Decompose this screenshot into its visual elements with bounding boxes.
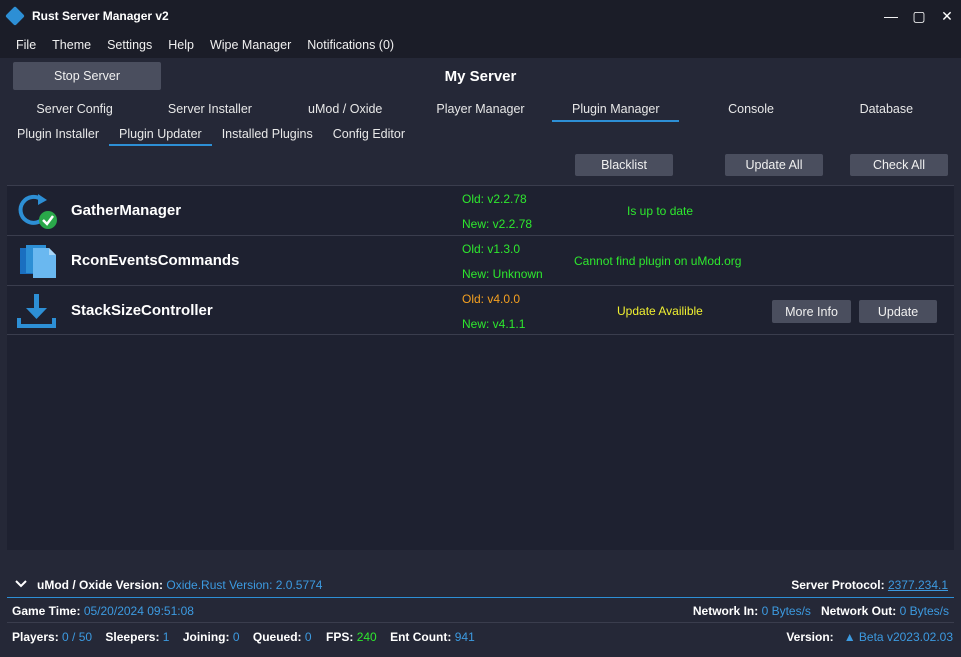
close-icon[interactable]: ✕ bbox=[933, 0, 961, 32]
new-version: New: v4.1.1 bbox=[462, 317, 526, 331]
old-version: Old: v2.2.78 bbox=[462, 192, 527, 206]
network-in-value: 0 Bytes/s bbox=[761, 604, 811, 618]
title-bar: Rust Server Manager v2 — ▢ ✕ bbox=[0, 0, 961, 32]
oxide-status-bar: uMod / Oxide Version: Oxide.Rust Version… bbox=[7, 574, 954, 598]
fps-value: 240 bbox=[356, 630, 377, 644]
menu-theme[interactable]: Theme bbox=[44, 38, 99, 52]
player-stats: Players: 0 / 50 Sleepers: 1 Joining: 0 Q… bbox=[12, 630, 312, 644]
maximize-icon[interactable]: ▢ bbox=[905, 0, 933, 32]
new-version: New: v2.2.78 bbox=[462, 217, 533, 231]
plugin-row: RconEventsCommands Old: v1.3.0 New: Unkn… bbox=[7, 235, 954, 285]
server-stats: FPS: 240 Ent Count: 941 bbox=[326, 630, 475, 644]
new-version: New: Unknown bbox=[462, 267, 543, 281]
network-out-label: Network Out: bbox=[820, 604, 897, 618]
menu-file[interactable]: File bbox=[8, 38, 44, 52]
players-label: Players: bbox=[12, 630, 59, 644]
tab-umod-oxide[interactable]: uMod / Oxide bbox=[278, 98, 413, 122]
plugin-row: StackSizeController Old: v4.0.0 New: v4.… bbox=[7, 285, 954, 335]
plugin-row: GatherManager Old: v2.2.78 New: v2.2.78 … bbox=[7, 185, 954, 235]
tab-server-installer[interactable]: Server Installer bbox=[142, 98, 277, 122]
umod-version-value: Oxide.Rust Version: 2.0.5774 bbox=[166, 578, 323, 592]
game-time: Game Time: 05/20/2024 09:51:08 bbox=[12, 604, 194, 618]
plugin-updater-panel: Blacklist Update All Check All GatherMan… bbox=[7, 146, 954, 550]
tab-plugin-updater[interactable]: Plugin Updater bbox=[109, 122, 212, 146]
menu-bar: File Theme Settings Help Wipe Manager No… bbox=[0, 32, 961, 58]
updater-toolbar: Blacklist Update All Check All bbox=[7, 146, 954, 186]
app-logo-icon bbox=[5, 6, 25, 26]
queued-label: Queued: bbox=[252, 630, 302, 644]
tab-server-config[interactable]: Server Config bbox=[7, 98, 142, 122]
tab-player-manager[interactable]: Player Manager bbox=[413, 98, 548, 122]
server-header: My Server Stop Server bbox=[0, 58, 961, 96]
game-time-label: Game Time: bbox=[12, 604, 81, 618]
tab-console[interactable]: Console bbox=[683, 98, 818, 122]
fps-label: FPS: bbox=[326, 630, 354, 644]
umod-version-label: uMod / Oxide Version: bbox=[37, 578, 164, 592]
window-controls: — ▢ ✕ bbox=[877, 0, 961, 32]
old-version: Old: v1.3.0 bbox=[462, 242, 521, 256]
menu-notifications[interactable]: Notifications (0) bbox=[299, 38, 402, 52]
sub-tabs: Plugin Installer Plugin Updater Installe… bbox=[7, 122, 415, 146]
network-in-label: Network In: bbox=[692, 604, 759, 618]
plugin-status: Is up to date bbox=[627, 204, 694, 218]
update-button[interactable]: Update bbox=[859, 300, 937, 323]
window-title: Rust Server Manager v2 bbox=[32, 9, 169, 23]
menu-settings[interactable]: Settings bbox=[99, 38, 160, 52]
queued-value: 0 bbox=[304, 630, 312, 644]
tab-installed-plugins[interactable]: Installed Plugins bbox=[212, 122, 323, 146]
collapse-chevron-icon[interactable] bbox=[15, 578, 27, 592]
download-icon bbox=[16, 292, 58, 330]
tab-plugin-manager[interactable]: Plugin Manager bbox=[548, 98, 683, 122]
plugin-name: StackSizeController bbox=[71, 302, 213, 319]
menu-help[interactable]: Help bbox=[160, 38, 202, 52]
blacklist-button[interactable]: Blacklist bbox=[575, 154, 673, 176]
more-info-button[interactable]: More Info bbox=[772, 300, 851, 323]
tab-config-editor[interactable]: Config Editor bbox=[323, 122, 415, 146]
plugin-status: Update Availible bbox=[617, 304, 703, 318]
update-all-button[interactable]: Update All bbox=[725, 154, 823, 176]
plugin-name: RconEventsCommands bbox=[71, 252, 240, 269]
version-value: Beta v2023.02.03 bbox=[858, 630, 953, 644]
umod-version: uMod / Oxide Version: Oxide.Rust Version… bbox=[37, 578, 322, 592]
sleepers-label: Sleepers: bbox=[105, 630, 160, 644]
flask-icon: ▲ bbox=[843, 630, 856, 644]
menu-wipe-manager[interactable]: Wipe Manager bbox=[202, 38, 299, 52]
stop-server-button[interactable]: Stop Server bbox=[13, 62, 161, 90]
sleepers-value: 1 bbox=[162, 630, 170, 644]
network-stats: Network In: 0 Bytes/s Network Out: 0 Byt… bbox=[693, 604, 949, 618]
server-protocol-link[interactable]: 2377.234.1 bbox=[888, 578, 948, 592]
tab-plugin-installer[interactable]: Plugin Installer bbox=[7, 122, 109, 146]
plugin-status: Cannot find plugin on uMod.org bbox=[574, 254, 742, 268]
tab-database[interactable]: Database bbox=[819, 98, 954, 122]
ent-count-label: Ent Count: bbox=[390, 630, 452, 644]
server-protocol: Server Protocol: 2377.234.1 bbox=[791, 578, 948, 592]
old-version: Old: v4.0.0 bbox=[462, 292, 521, 306]
plugin-name: GatherManager bbox=[71, 202, 182, 219]
main-tabs: Server Config Server Installer uMod / Ox… bbox=[7, 98, 954, 122]
version-label: Version: bbox=[786, 630, 834, 644]
app-version: Version: ▲ Beta v2023.02.03 bbox=[786, 630, 953, 644]
joining-label: Joining: bbox=[182, 630, 230, 644]
game-time-value: 05/20/2024 09:51:08 bbox=[83, 604, 194, 618]
documents-icon bbox=[16, 242, 58, 280]
refresh-check-icon bbox=[16, 192, 58, 230]
joining-value: 0 bbox=[232, 630, 240, 644]
server-protocol-label: Server Protocol: bbox=[791, 578, 885, 592]
players-value: 0 / 50 bbox=[62, 630, 93, 644]
minimize-icon[interactable]: — bbox=[877, 0, 905, 32]
network-out-value: 0 Bytes/s bbox=[899, 604, 949, 618]
ent-count-value: 941 bbox=[454, 630, 475, 644]
check-all-button[interactable]: Check All bbox=[850, 154, 948, 176]
status-divider bbox=[7, 622, 954, 623]
